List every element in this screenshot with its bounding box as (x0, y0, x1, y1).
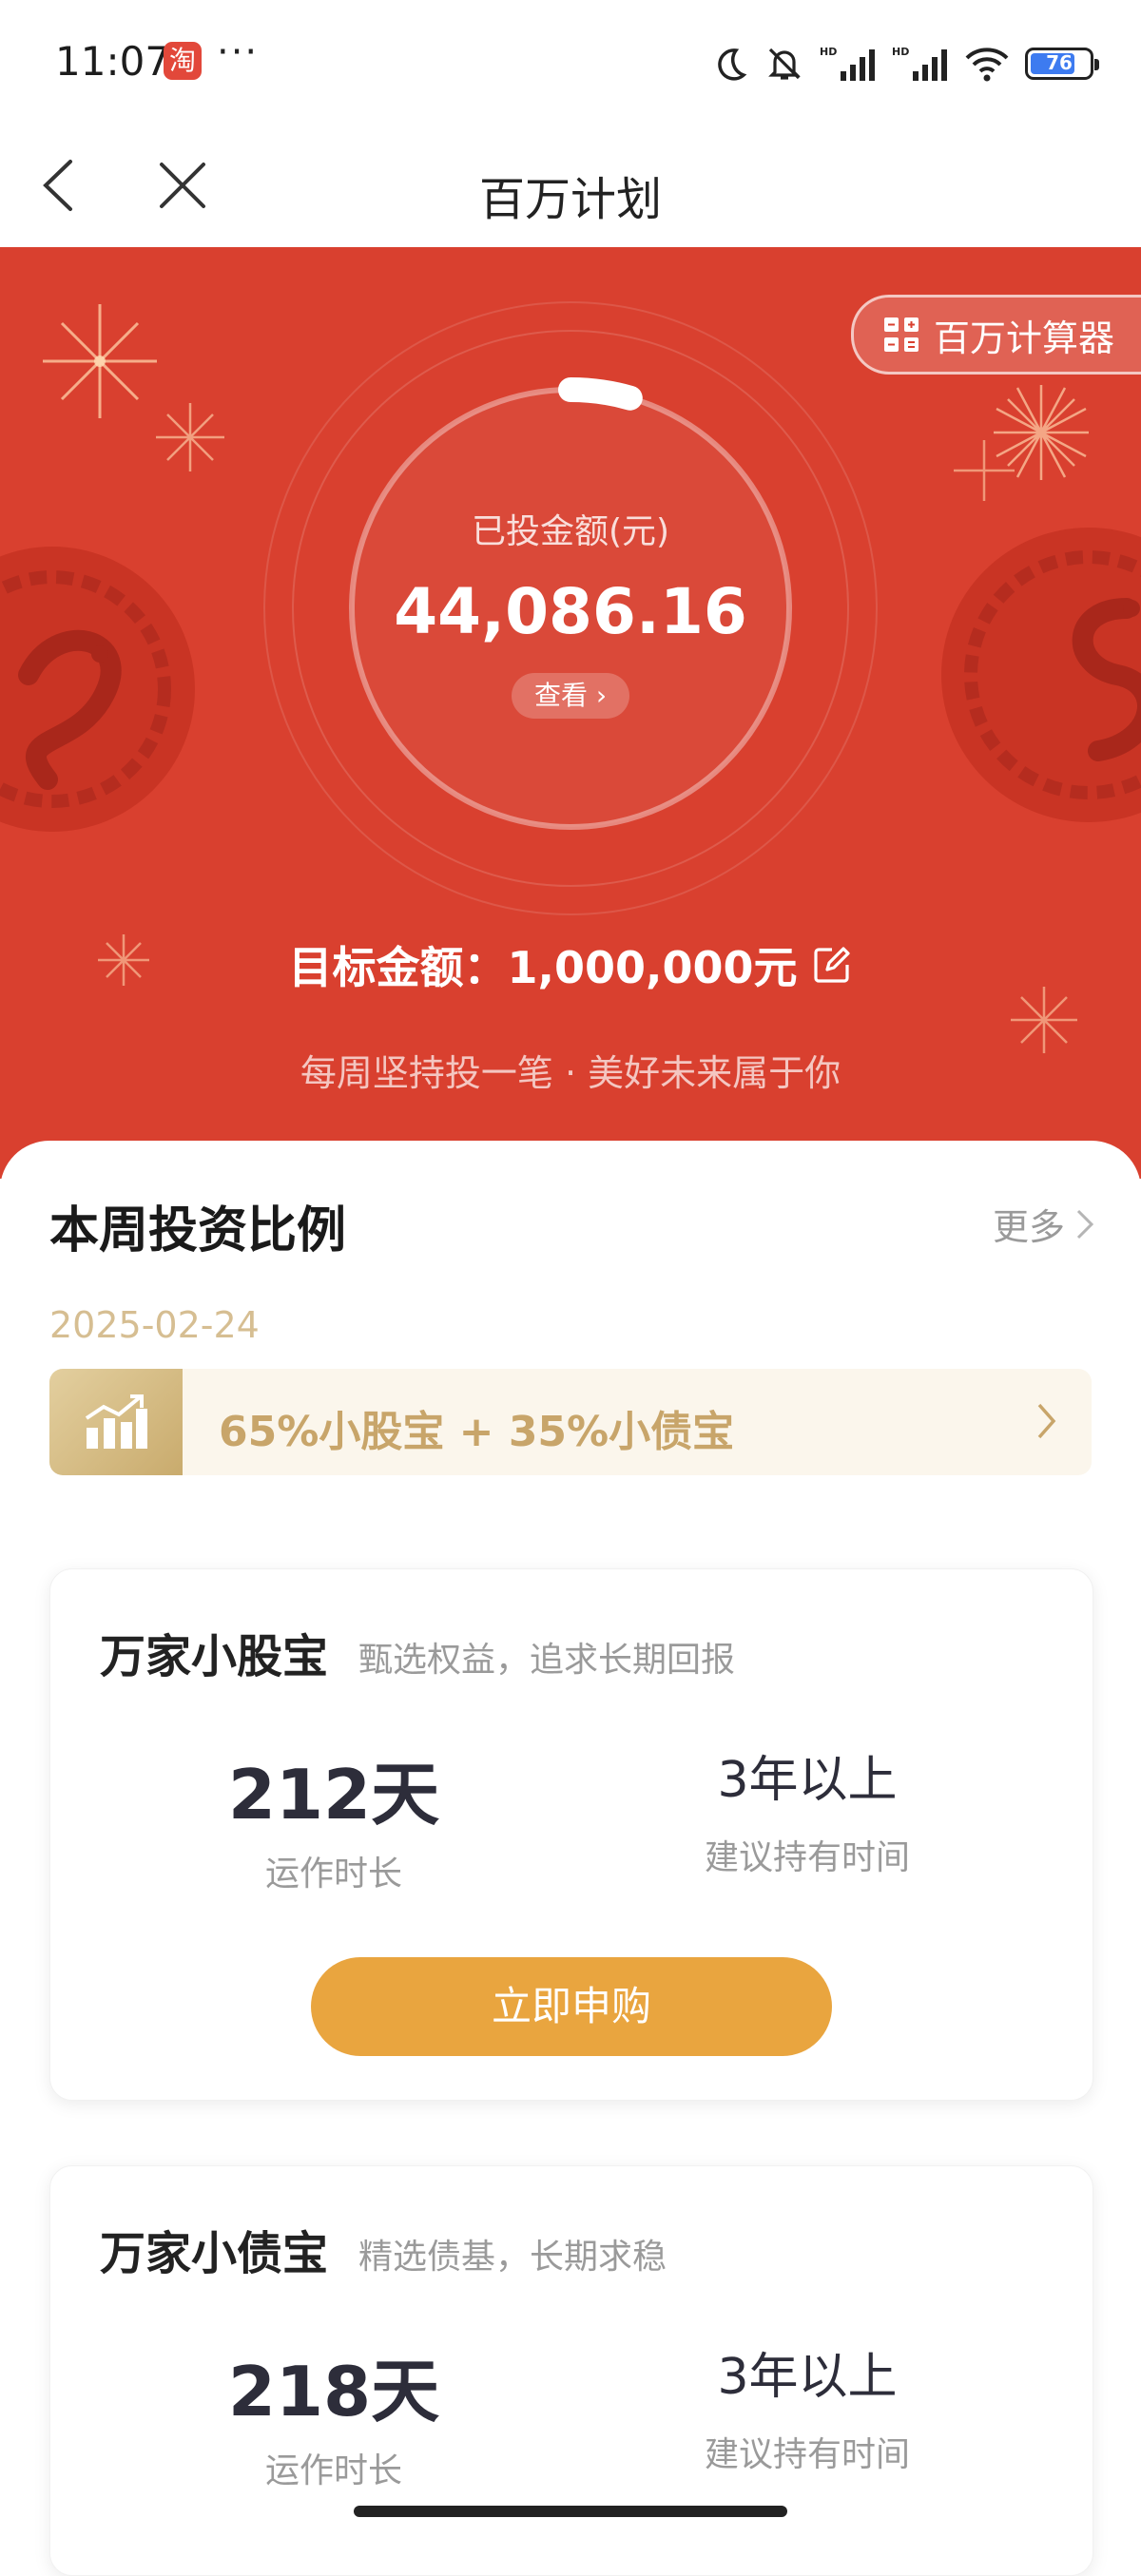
section-title: 本周投资比例 (49, 1202, 347, 1259)
invested-amount-label: 已投金额(元) (471, 512, 670, 551)
svg-text:HD: HD (820, 46, 837, 58)
fund-card[interactable]: 万家小股宝 甄选权益，追求长期回报 212天 运作时长 3年以上 建议持有时间 … (49, 1568, 1093, 2101)
operation-days-label: 运作时长 (264, 1855, 402, 1894)
holding-period-stat: 3年以上 建议持有时间 (617, 1739, 997, 1879)
holding-period: 3年以上 (717, 2349, 898, 2406)
operation-days: 218天 (227, 2352, 440, 2432)
progress-arc (558, 376, 643, 411)
holding-period: 3年以上 (717, 1752, 898, 1809)
hero-banner: 百万计算器 已投金额(元) 44,086.16 查看 › 目标金额：1,000,… (0, 247, 1141, 1179)
page-title: 百万计划 (478, 173, 662, 226)
battery-icon: 76 (1025, 48, 1099, 80)
signal-hd-icon-2: HD (892, 45, 949, 83)
snake-papercut-decoration (941, 528, 1141, 822)
svg-text:HD: HD (892, 46, 909, 58)
target-amount-row: 目标金额：1,000,000元 (0, 933, 1141, 996)
status-icons: HD HD 76 (711, 42, 1099, 86)
holding-period-label: 建议持有时间 (704, 1838, 910, 1877)
more-notifications-icon: ··· (217, 30, 260, 74)
operation-days-stat: 218天 运作时长 (144, 2336, 524, 2492)
million-calculator-button[interactable]: 百万计算器 (850, 295, 1141, 375)
status-time: 11:07 (55, 38, 171, 85)
signal-hd-icon: HD (820, 45, 877, 83)
wifi-icon (964, 45, 1010, 83)
investment-ratio-bar[interactable]: 65%小股宝 + 35%小债宝 (49, 1369, 1092, 1475)
content-sheet: 本周投资比例 更多 2025-02-24 65%小股宝 + 35%小债宝 万家小… (0, 1141, 1141, 2576)
moon-icon (711, 45, 749, 83)
view-button[interactable]: 查看 › (512, 673, 629, 719)
holding-period-stat: 3年以上 建议持有时间 (617, 2336, 997, 2476)
ratio-text: 65%小股宝 + 35%小债宝 (219, 1408, 735, 1456)
slogan: 每周坚持投一笔 · 美好未来属于你 (300, 1052, 841, 1094)
status-bar: 11:07 淘 ··· HD HD 76 (0, 0, 1141, 124)
fund-description: 甄选权益，追求长期回报 (358, 1641, 736, 1680)
chart-growth-icon (49, 1369, 183, 1475)
operation-days-stat: 212天 运作时长 (144, 1739, 524, 1895)
operation-days-label: 运作时长 (264, 2451, 402, 2490)
calculator-label: 百万计算器 (933, 317, 1114, 359)
edit-icon[interactable] (811, 944, 853, 986)
sparkle-decoration (43, 304, 157, 418)
ratio-date: 2025-02-24 (49, 1304, 260, 1346)
more-link[interactable]: 更多 (993, 1198, 1095, 1250)
fund-name: 万家小股宝 (100, 1630, 329, 1683)
fund-name: 万家小债宝 (100, 2227, 329, 2280)
chevron-right-icon (1076, 1209, 1094, 1239)
nav-bar: 百万计划 (0, 124, 1141, 247)
fund-description: 精选债基，长期求稳 (358, 2238, 667, 2277)
battery-level: 76 (1046, 51, 1073, 74)
home-indicator[interactable] (354, 2506, 787, 2517)
target-amount: 目标金额：1,000,000元 (288, 942, 798, 993)
invested-amount: 44,086.16 (394, 575, 747, 648)
operation-days: 212天 (227, 1755, 440, 1835)
sparkle-decoration (954, 440, 1015, 501)
holding-period-label: 建议持有时间 (704, 2435, 910, 2474)
more-label: 更多 (992, 1206, 1065, 1248)
buy-now-button[interactable]: 立即申购 (311, 1957, 832, 2056)
chevron-right-icon (1037, 1403, 1056, 1439)
bell-muted-icon (764, 44, 804, 84)
taobao-notification-icon: 淘 (164, 42, 202, 80)
calculator-grid-icon (883, 317, 919, 352)
sparkle-decoration (156, 403, 224, 471)
